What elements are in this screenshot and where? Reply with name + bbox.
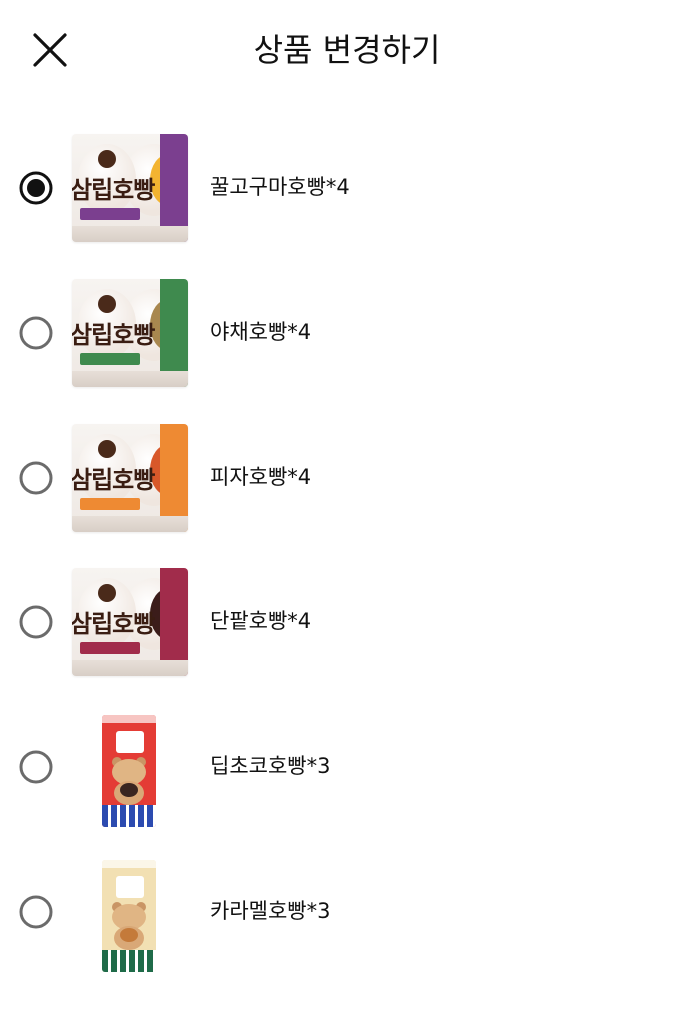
product-thumbnail: 삼립호빵 — [72, 278, 188, 387]
product-option-row[interactable]: 삼립호빵 피자호빵*4 — [0, 418, 694, 538]
product-label: 꿀고구마호빵*4 — [210, 175, 350, 199]
product-option-row[interactable]: 삼립호빵 단팥호빵*4 — [0, 562, 694, 682]
product-option-row[interactable]: 딥초코호빵*3 — [0, 707, 694, 828]
radio-selected-icon[interactable] — [19, 171, 53, 205]
radio-unselected-icon[interactable] — [19, 895, 53, 929]
product-option-row[interactable]: 삼립호빵 야채호빵*4 — [0, 273, 694, 393]
product-label: 야채호빵*4 — [210, 319, 312, 344]
product-label: 단팥호빵*4 — [210, 609, 312, 634]
brand-text: 삼립호빵 — [72, 176, 155, 204]
product-thumbnail: 삼립호빵 — [72, 568, 188, 677]
brand-text: 삼립호빵 — [72, 320, 155, 349]
product-label: 딥초코호빵*3 — [210, 754, 331, 779]
product-option-row[interactable]: 삼립호빵 꿀고구마호빵*4 — [0, 128, 694, 248]
header: 상품 변경하기 — [0, 0, 694, 100]
product-option-row[interactable]: 카라멜호빵*3 — [0, 852, 694, 972]
product-thumbnail: 삼립호빵 — [72, 423, 188, 532]
radio-unselected-icon[interactable] — [19, 750, 53, 784]
page-title: 상품 변경하기 — [253, 31, 441, 69]
brand-text: 삼립호빵 — [72, 465, 155, 494]
product-thumbnail — [72, 713, 188, 828]
radio-unselected-icon[interactable] — [19, 316, 53, 350]
radio-unselected-icon[interactable] — [19, 605, 53, 639]
radio-unselected-icon[interactable] — [19, 461, 53, 495]
product-label: 카라멜호빵*3 — [210, 899, 331, 923]
brand-text: 삼립호빵 — [72, 610, 155, 639]
product-thumbnail: 삼립호빵 — [72, 134, 188, 242]
product-thumbnail — [72, 858, 188, 972]
product-label: 피자호빵*4 — [210, 464, 312, 489]
